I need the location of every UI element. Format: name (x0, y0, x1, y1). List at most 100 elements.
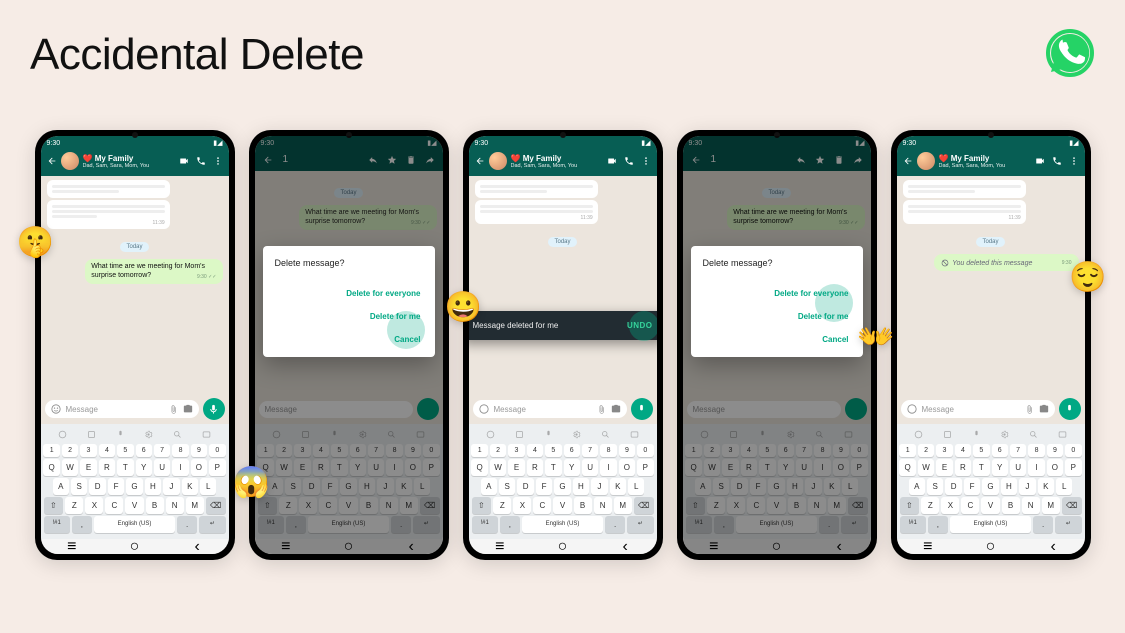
shift-key[interactable]: ⇧ (900, 497, 920, 514)
comma-key[interactable]: , (72, 516, 92, 533)
key-6[interactable]: 6 (136, 444, 152, 457)
key-f[interactable]: F (108, 478, 124, 495)
key-2[interactable]: 2 (62, 444, 78, 457)
key-w[interactable]: W (62, 459, 78, 476)
key-7[interactable]: 7 (154, 444, 170, 457)
emoji-icon[interactable] (51, 404, 61, 414)
key-w[interactable]: W (918, 459, 934, 476)
key-w[interactable]: W (490, 459, 506, 476)
enter-key[interactable]: ↵ (1055, 516, 1081, 533)
shift-key[interactable]: ⇧ (472, 497, 492, 514)
shift-key[interactable]: ⇧ (44, 497, 64, 514)
symbols-key[interactable]: !#1 (900, 516, 926, 533)
space-key[interactable]: English (US) (94, 516, 175, 533)
key-y[interactable]: Y (992, 459, 1008, 476)
key-k[interactable]: K (182, 478, 198, 495)
key-s[interactable]: S (927, 478, 943, 495)
key-4[interactable]: 4 (99, 444, 115, 457)
key-h[interactable]: H (573, 478, 589, 495)
key-1[interactable]: 1 (899, 444, 915, 457)
comma-key[interactable]: , (928, 516, 948, 533)
key-j[interactable]: J (591, 478, 607, 495)
key-8[interactable]: 8 (600, 444, 616, 457)
key-i[interactable]: I (600, 459, 616, 476)
key-a[interactable]: A (481, 478, 497, 495)
key-z[interactable]: Z (921, 497, 939, 514)
android-nav[interactable]: ≡ ○ ‹ (41, 539, 229, 554)
key-n[interactable]: N (594, 497, 612, 514)
key-6[interactable]: 6 (564, 444, 580, 457)
key-p[interactable]: P (1065, 459, 1081, 476)
outgoing-message[interactable]: What time are we meeting for Mom's surpr… (85, 259, 222, 284)
key-s[interactable]: S (499, 478, 515, 495)
key-7[interactable]: 7 (582, 444, 598, 457)
key-k[interactable]: K (610, 478, 626, 495)
key-3[interactable]: 3 (508, 444, 524, 457)
deleted-message[interactable]: You deleted this message 9:30 (934, 254, 1078, 271)
key-m[interactable]: M (614, 497, 632, 514)
key-u[interactable]: U (154, 459, 170, 476)
enter-key[interactable]: ↵ (627, 516, 653, 533)
key-8[interactable]: 8 (172, 444, 188, 457)
key-t[interactable]: T (117, 459, 133, 476)
key-v[interactable]: V (125, 497, 143, 514)
key-d[interactable]: D (945, 478, 961, 495)
key-t[interactable]: T (545, 459, 561, 476)
key-p[interactable]: P (209, 459, 225, 476)
key-4[interactable]: 4 (527, 444, 543, 457)
more-icon[interactable] (213, 156, 223, 166)
comma-key[interactable]: , (500, 516, 520, 533)
key-x[interactable]: X (513, 497, 531, 514)
key-l[interactable]: L (628, 478, 644, 495)
undo-button[interactable]: UNDO (627, 321, 653, 330)
key-6[interactable]: 6 (992, 444, 1008, 457)
key-g[interactable]: G (554, 478, 570, 495)
key-i[interactable]: I (172, 459, 188, 476)
key-e[interactable]: E (508, 459, 524, 476)
message-input[interactable]: Message (45, 400, 199, 418)
key-c[interactable]: C (533, 497, 551, 514)
enter-key[interactable]: ↵ (199, 516, 225, 533)
key-5[interactable]: 5 (545, 444, 561, 457)
key-7[interactable]: 7 (1010, 444, 1026, 457)
key-0[interactable]: 0 (209, 444, 225, 457)
key-x[interactable]: X (941, 497, 959, 514)
key-y[interactable]: Y (564, 459, 580, 476)
space-key[interactable]: English (US) (950, 516, 1031, 533)
key-f[interactable]: F (964, 478, 980, 495)
backspace-key[interactable]: ⌫ (206, 497, 226, 514)
key-v[interactable]: V (553, 497, 571, 514)
period-key[interactable]: . (177, 516, 197, 533)
key-r[interactable]: R (955, 459, 971, 476)
key-0[interactable]: 0 (1065, 444, 1081, 457)
keyboard[interactable]: 1234567890 QWERTYUIOP ASDFGHJKL ⇧ ZXCVBN… (41, 424, 229, 539)
key-4[interactable]: 4 (955, 444, 971, 457)
key-o[interactable]: O (619, 459, 635, 476)
key-n[interactable]: N (1022, 497, 1040, 514)
chat-body[interactable]: 11:39 Today What time are we meeting for… (41, 176, 229, 394)
key-a[interactable]: A (53, 478, 69, 495)
period-key[interactable]: . (605, 516, 625, 533)
key-5[interactable]: 5 (117, 444, 133, 457)
incoming-message[interactable] (47, 180, 170, 198)
incoming-message[interactable]: 11:39 (47, 200, 170, 229)
key-b[interactable]: B (146, 497, 164, 514)
key-a[interactable]: A (909, 478, 925, 495)
key-d[interactable]: D (89, 478, 105, 495)
key-2[interactable]: 2 (490, 444, 506, 457)
back-nav-icon[interactable]: ‹ (190, 543, 204, 551)
key-m[interactable]: M (186, 497, 204, 514)
key-h[interactable]: H (145, 478, 161, 495)
key-y[interactable]: Y (136, 459, 152, 476)
key-b[interactable]: B (574, 497, 592, 514)
voice-call-icon[interactable] (196, 156, 206, 166)
key-9[interactable]: 9 (1047, 444, 1063, 457)
period-key[interactable]: . (1033, 516, 1053, 533)
key-z[interactable]: Z (493, 497, 511, 514)
backspace-key[interactable]: ⌫ (1062, 497, 1082, 514)
cancel-button[interactable]: Cancel (703, 328, 851, 351)
key-h[interactable]: H (1001, 478, 1017, 495)
key-n[interactable]: N (166, 497, 184, 514)
key-c[interactable]: C (961, 497, 979, 514)
key-q[interactable]: Q (43, 459, 59, 476)
